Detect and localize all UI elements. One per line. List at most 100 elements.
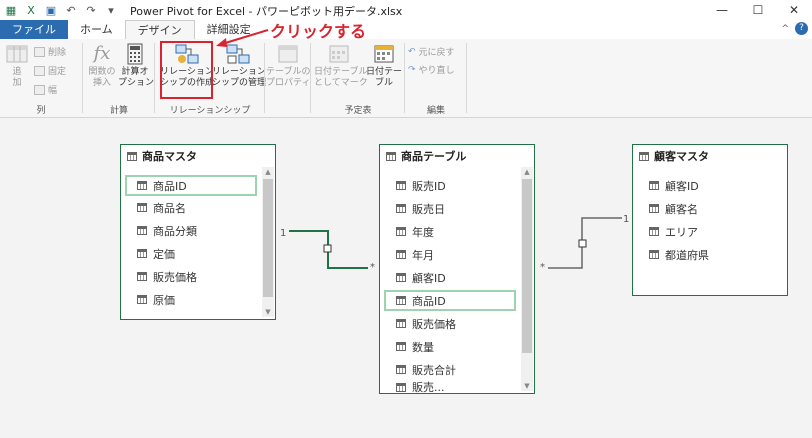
tab-file[interactable]: ファイル [0, 20, 68, 39]
undo-icon: ↶ [408, 46, 416, 57]
field-row[interactable]: 顧客名 [649, 198, 698, 219]
customize-qat-icon[interactable]: ▾ [104, 3, 118, 17]
table-header[interactable]: 顧客マスタ [633, 145, 787, 167]
field-name: 都道府県 [665, 248, 709, 262]
group-calculation: fx 関数の 挿入 計算オ プション 計算 [84, 39, 154, 118]
field-row[interactable]: 都道府県 [649, 244, 709, 265]
tab-home[interactable]: ホーム [68, 20, 125, 39]
field-name: 商品ID [412, 294, 446, 308]
relationship-many-label: * [540, 262, 545, 273]
redo-icon[interactable]: ↷ [84, 3, 98, 17]
field-row[interactable]: 顧客ID [649, 175, 699, 196]
close-button[interactable]: ✕ [776, 0, 812, 20]
annotation-arrow-icon [216, 29, 269, 47]
column-width-button[interactable]: 幅 [34, 83, 57, 96]
field-name: 商品ID [153, 179, 187, 193]
field-name: 商品名 [153, 201, 186, 215]
table-properties-button[interactable]: テーブルの プロパティ [266, 43, 310, 89]
field-row[interactable]: 定価 [137, 243, 175, 264]
manage-relationships-label: リレーション シップの管理 [212, 67, 267, 88]
field-icon [396, 296, 406, 305]
delete-icon [34, 46, 45, 57]
scrollbar[interactable]: ▲ ▼ [262, 167, 274, 317]
field-row[interactable]: 販売合計 [396, 359, 456, 380]
table-product-master[interactable]: 商品マスタ 商品ID 商品名 商品分類 定価 販売価格 原価 ▲ ▼ [120, 144, 276, 320]
redo-label: やり直し [418, 66, 455, 76]
help-icon[interactable]: ? [795, 22, 808, 35]
field-row[interactable]: 商品ID [125, 175, 257, 196]
freeze-column-button[interactable]: 固定 [34, 64, 66, 77]
field-row[interactable]: 数量 [396, 336, 434, 357]
table-customer-master[interactable]: 顧客マスタ 顧客ID 顧客名 エリア 都道府県 [632, 144, 788, 296]
width-label: 幅 [48, 86, 58, 96]
group-calendar: 日付テーブル としてマーク 日付テー ブル 予定表 [312, 39, 404, 118]
scroll-down-icon[interactable]: ▼ [521, 381, 533, 391]
scroll-thumb[interactable] [263, 179, 273, 297]
excel-icon[interactable]: X [24, 3, 38, 17]
tab-design[interactable]: デザイン [124, 20, 195, 39]
field-row[interactable]: 商品名 [137, 197, 186, 218]
table-sales[interactable]: 商品テーブル 販売ID 販売日 年度 年月 顧客ID 商品ID 販売価格 数量 … [379, 144, 535, 394]
redo-button[interactable]: ↷ やり直し [408, 63, 455, 77]
mark-as-date-table-label: 日付テーブル としてマーク [314, 67, 368, 88]
field-row[interactable]: 販売ID [396, 175, 446, 196]
field-row[interactable]: 年月 [396, 244, 434, 265]
field-name: 販売ID [412, 179, 446, 193]
table-properties-icon [278, 45, 298, 63]
save-icon[interactable]: ▣ [44, 3, 58, 17]
scroll-up-icon[interactable]: ▲ [521, 167, 533, 177]
calculation-options-button[interactable]: 計算オ プション [118, 43, 154, 89]
field-row[interactable]: 販売... [396, 381, 445, 393]
table-name: 商品テーブル [401, 150, 467, 163]
field-row[interactable]: 販売日 [396, 198, 445, 219]
add-column-button[interactable]: 追 加 [4, 43, 30, 89]
field-name: 定価 [153, 247, 175, 261]
field-name: 商品分類 [153, 224, 197, 238]
insert-function-button[interactable]: fx 関数の 挿入 [86, 43, 118, 89]
field-icon [396, 181, 406, 190]
field-icon [396, 365, 406, 374]
ribbon-separator [466, 43, 467, 113]
mark-as-date-table-button[interactable]: 日付テーブル としてマーク [314, 43, 368, 89]
field-row[interactable]: 顧客ID [396, 267, 446, 288]
undo-button[interactable]: ↶ 元に戻す [408, 45, 455, 59]
field-name: 年月 [412, 248, 434, 262]
insert-function-label: 関数の 挿入 [88, 67, 116, 88]
undo-icon[interactable]: ↶ [64, 3, 78, 17]
maximize-button[interactable]: ☐ [740, 0, 776, 20]
scroll-thumb[interactable] [522, 179, 532, 353]
table-header[interactable]: 商品マスタ [121, 145, 275, 167]
scroll-down-icon[interactable]: ▼ [262, 307, 274, 317]
table-header[interactable]: 商品テーブル [380, 145, 534, 167]
window-title: Power Pivot for Excel - パワーピボット用データ.xlsx [130, 5, 403, 18]
field-row[interactable]: 原価 [137, 289, 175, 310]
minimize-button[interactable]: — [704, 0, 740, 20]
field-icon [396, 204, 406, 213]
diagram-canvas[interactable]: 1 * * 1 商品マスタ 商品ID 商品名 商品分類 定価 販売価格 原価 ▲… [0, 118, 812, 438]
field-row[interactable]: 販売価格 [137, 266, 197, 287]
field-icon [649, 250, 659, 259]
field-row[interactable]: 販売価格 [396, 313, 456, 334]
date-table-label: 日付テー ブル [365, 67, 402, 88]
group-label-calendar: 予定表 [344, 106, 372, 116]
field-icon [137, 226, 147, 235]
freeze-label: 固定 [48, 67, 67, 77]
field-icon [137, 295, 147, 304]
delete-column-button[interactable]: 削除 [34, 45, 66, 58]
field-icon [137, 249, 147, 258]
table-name: 顧客マスタ [654, 150, 709, 163]
annotation-callout: クリックする [270, 22, 367, 41]
field-row[interactable]: エリア [649, 221, 698, 242]
field-row[interactable]: 商品分類 [137, 220, 197, 241]
collapse-ribbon-icon[interactable]: ^ [781, 24, 789, 34]
field-row[interactable]: 年度 [396, 221, 434, 242]
field-row[interactable]: 商品ID [384, 290, 516, 311]
group-label-columns: 列 [36, 106, 46, 116]
scroll-up-icon[interactable]: ▲ [262, 167, 274, 177]
relationship-one-label: 1 [623, 214, 630, 225]
scrollbar[interactable]: ▲ ▼ [521, 167, 533, 391]
date-table-button[interactable]: 日付テー ブル [364, 43, 404, 89]
group-columns: 追 加 削除 固定 幅 列 [0, 39, 82, 118]
redo-icon: ↷ [408, 64, 416, 75]
function-icon: fx [93, 43, 111, 64]
